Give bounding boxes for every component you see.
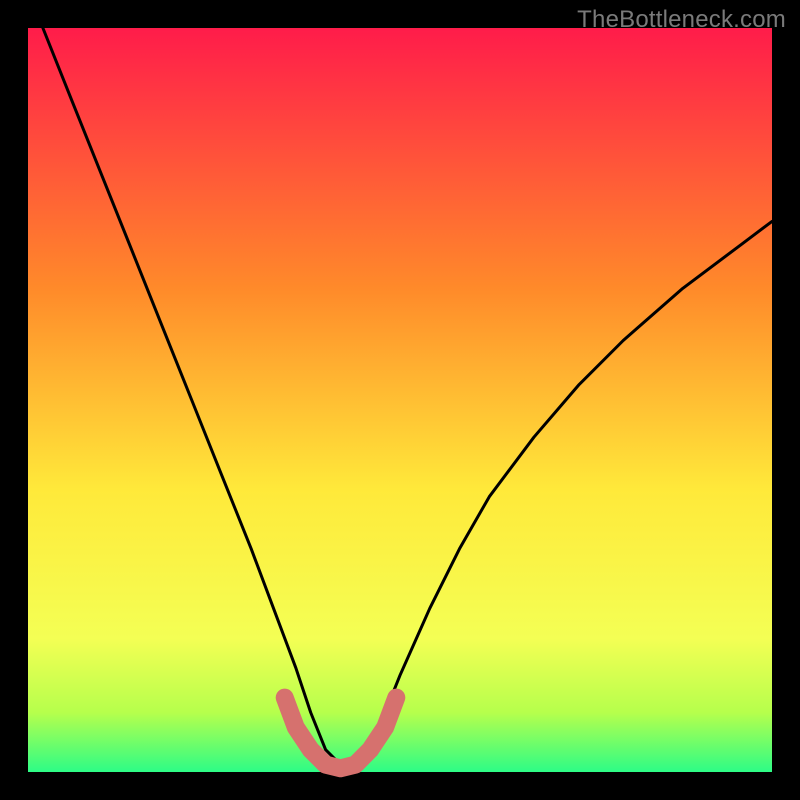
watermark-text: TheBottleneck.com [577,6,786,34]
bottleneck-chart [0,0,800,800]
chart-frame: { "watermark": "TheBottleneck.com", "col… [0,0,800,800]
plot-background [28,28,772,772]
